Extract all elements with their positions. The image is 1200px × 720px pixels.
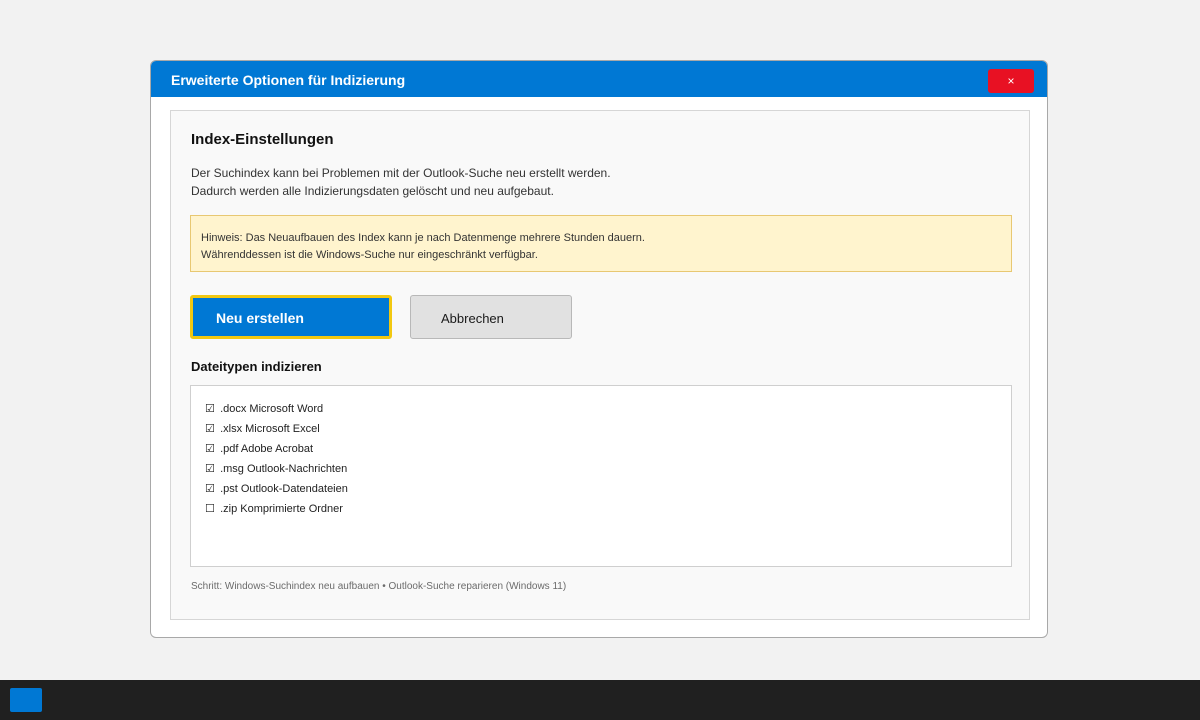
- warning-notice: Hinweis: Das Neuaufbauen des Index kann …: [190, 215, 1012, 272]
- checkbox-checked-icon[interactable]: ☑: [205, 459, 217, 479]
- description-line: Dadurch werden alle Indizierungsdaten ge…: [191, 184, 554, 198]
- dialog-title: Erweiterte Optionen für Indizierung: [171, 72, 406, 88]
- checkbox-checked-icon[interactable]: ☑: [205, 419, 217, 439]
- filetype-label: .zip Komprimierte Ordner: [220, 503, 343, 515]
- indexing-options-dialog: Erweiterte Optionen für Indizierung × In…: [150, 60, 1048, 638]
- notice-line: Hinweis: Das Neuaufbauen des Index kann …: [201, 232, 645, 244]
- filetype-item-zip[interactable]: ☐ .zip Komprimierte Ordner: [191, 499, 1011, 519]
- checkbox-checked-icon[interactable]: ☑: [205, 479, 217, 499]
- cancel-button[interactable]: Abbrechen: [410, 295, 572, 339]
- index-description: Der Suchindex kann bei Problemen mit der…: [191, 164, 611, 200]
- close-button[interactable]: ×: [988, 69, 1034, 93]
- filetype-item-xlsx[interactable]: ☑ .xlsx Microsoft Excel: [191, 419, 1011, 439]
- close-icon: ×: [1007, 74, 1015, 88]
- taskbar: [0, 680, 1200, 720]
- filetypes-heading: Dateitypen indizieren: [191, 359, 322, 374]
- filetype-label: .xlsx Microsoft Excel: [220, 423, 320, 435]
- rebuild-button[interactable]: Neu erstellen: [190, 295, 392, 339]
- filetype-item-pdf[interactable]: ☑ .pdf Adobe Acrobat: [191, 439, 1011, 459]
- filetype-list[interactable]: ☑ .docx Microsoft Word ☑ .xlsx Microsoft…: [190, 385, 1012, 567]
- notice-line: Währenddessen ist die Windows-Suche nur …: [201, 249, 538, 261]
- filetype-item-docx[interactable]: ☑ .docx Microsoft Word: [191, 399, 1011, 419]
- checkbox-checked-icon[interactable]: ☑: [205, 439, 217, 459]
- filetype-label: .msg Outlook-Nachrichten: [220, 463, 348, 475]
- step-caption: Schritt: Windows-Suchindex neu aufbauen …: [191, 581, 567, 592]
- index-settings-heading: Index-Einstellungen: [191, 131, 334, 148]
- filetype-item-msg[interactable]: ☑ .msg Outlook-Nachrichten: [191, 459, 1011, 479]
- dialog-titlebar: Erweiterte Optionen für Indizierung ×: [151, 61, 1047, 97]
- description-line: Der Suchindex kann bei Problemen mit der…: [191, 166, 611, 180]
- start-button[interactable]: [10, 688, 42, 712]
- checkbox-checked-icon[interactable]: ☑: [205, 399, 217, 419]
- dialog-content: Index-Einstellungen Der Suchindex kann b…: [170, 110, 1030, 620]
- filetype-label: .docx Microsoft Word: [220, 403, 324, 415]
- checkbox-unchecked-icon[interactable]: ☐: [205, 499, 217, 519]
- desktop: Erweiterte Optionen für Indizierung × In…: [0, 0, 1200, 680]
- filetype-item-pst[interactable]: ☑ .pst Outlook-Datendateien: [191, 479, 1011, 499]
- filetype-label: .pst Outlook-Datendateien: [220, 483, 348, 495]
- filetype-label: .pdf Adobe Acrobat: [220, 443, 314, 455]
